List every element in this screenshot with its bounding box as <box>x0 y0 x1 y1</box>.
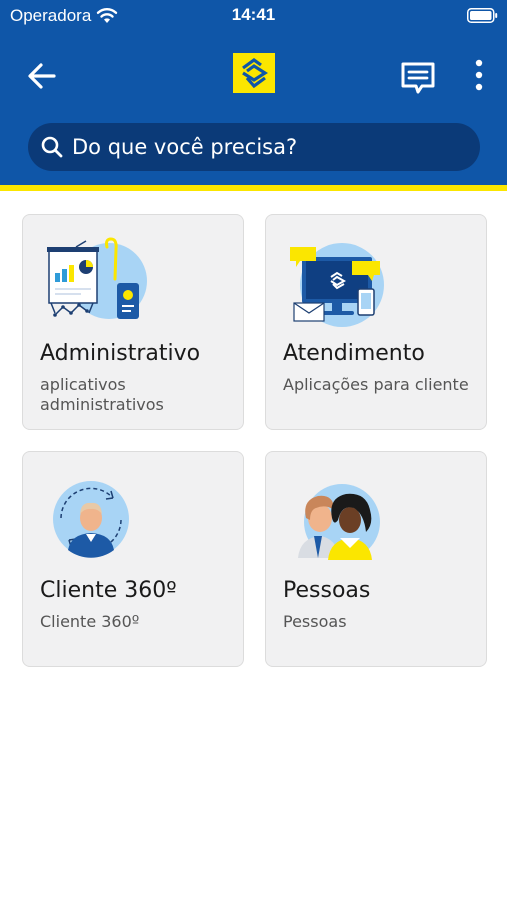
back-button[interactable] <box>22 57 62 95</box>
card-atendimento[interactable]: Atendimento Aplicações para cliente <box>265 214 487 430</box>
card-subtitle: Pessoas <box>283 612 347 631</box>
card-subtitle: Cliente 360º <box>40 612 140 631</box>
monitor-chat-illustration <box>290 243 384 327</box>
more-options-button[interactable] <box>466 56 492 96</box>
card-title: Pessoas <box>283 578 371 603</box>
card-cliente-360[interactable]: Cliente 360º Cliente 360º <box>22 451 244 667</box>
card-title: Administrativo <box>40 341 201 366</box>
card-subtitle: aplicativos administrativos <box>40 375 164 414</box>
arrow-left-icon <box>28 63 56 89</box>
search-input[interactable] <box>72 135 462 159</box>
people-illustration <box>298 484 380 560</box>
bb-logo-icon <box>233 53 275 93</box>
search-icon <box>41 136 63 158</box>
card-title: Cliente 360º <box>40 578 177 603</box>
chat-button[interactable] <box>398 58 438 98</box>
card-administrativo[interactable]: Administrativo aplicativos administrativ… <box>22 214 244 430</box>
clock: 14:41 <box>231 5 276 24</box>
more-vertical-icon <box>475 59 483 91</box>
presentation-board-illustration <box>47 237 147 319</box>
battery-icon <box>467 8 498 23</box>
header-yellow-stripe <box>0 185 507 191</box>
chat-icon <box>401 62 435 94</box>
customer-cycle-illustration <box>53 481 129 558</box>
card-title: Atendimento <box>283 341 425 366</box>
card-subtitle: Aplicações para cliente <box>283 375 469 394</box>
card-pessoas[interactable]: Pessoas Pessoas <box>265 451 487 667</box>
search-bar[interactable] <box>28 123 480 171</box>
status-bar: Operadora 14:41 <box>0 0 507 32</box>
